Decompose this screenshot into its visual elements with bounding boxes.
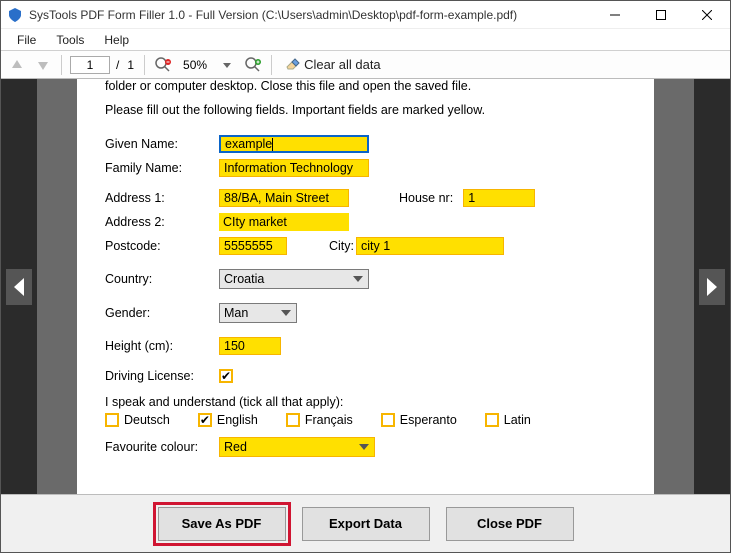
arrow-up-icon[interactable] bbox=[7, 55, 27, 75]
arrow-down-icon[interactable] bbox=[33, 55, 53, 75]
label-address-1: Address 1: bbox=[105, 191, 209, 205]
address-1-field[interactable]: 88/BA, Main Street bbox=[219, 189, 349, 207]
separator bbox=[271, 55, 272, 75]
page-separator: / bbox=[116, 58, 119, 72]
chevron-down-icon bbox=[280, 307, 292, 319]
label-given-name: Given Name: bbox=[105, 137, 209, 151]
menu-tools[interactable]: Tools bbox=[48, 31, 92, 49]
left-sidebar bbox=[1, 79, 37, 494]
label-country: Country: bbox=[105, 272, 209, 286]
label-favourite-colour: Favourite colour: bbox=[105, 440, 209, 454]
content-area: folder or computer desktop. Close this f… bbox=[1, 79, 730, 494]
app-icon bbox=[7, 7, 23, 23]
checkbox-icon bbox=[286, 413, 300, 427]
menubar: File Tools Help bbox=[1, 29, 730, 51]
scroll-left-button[interactable] bbox=[6, 269, 32, 305]
postcode-field[interactable]: 5555555 bbox=[219, 237, 287, 255]
page-total: 1 bbox=[125, 58, 136, 72]
city-field[interactable]: city 1 bbox=[356, 237, 504, 255]
window-title: SysTools PDF Form Filler 1.0 - Full Vers… bbox=[29, 8, 592, 22]
window-controls bbox=[592, 1, 730, 28]
zoom-level[interactable]: 50% bbox=[179, 58, 211, 72]
family-name-field[interactable]: Information Technology bbox=[219, 159, 369, 177]
checkbox-icon bbox=[198, 413, 212, 427]
lang-francais[interactable]: Français bbox=[286, 413, 353, 427]
driving-license-checkbox[interactable] bbox=[219, 369, 233, 383]
lang-english[interactable]: English bbox=[198, 413, 258, 427]
lang-esperanto[interactable]: Esperanto bbox=[381, 413, 457, 427]
separator bbox=[144, 55, 145, 75]
text-caret bbox=[272, 138, 273, 151]
address-2-field[interactable]: CIty market bbox=[219, 213, 349, 231]
label-city: City: bbox=[329, 239, 354, 253]
bottombar: Save As PDF Export Data Close PDF bbox=[1, 494, 730, 552]
house-nr-field[interactable]: 1 bbox=[463, 189, 535, 207]
titlebar: SysTools PDF Form Filler 1.0 - Full Vers… bbox=[1, 1, 730, 29]
close-pdf-button[interactable]: Close PDF bbox=[446, 507, 574, 541]
clear-all-data-label: Clear all data bbox=[304, 57, 381, 72]
label-family-name: Family Name: bbox=[105, 161, 209, 175]
export-data-button[interactable]: Export Data bbox=[302, 507, 430, 541]
chevron-down-icon bbox=[358, 441, 370, 453]
gender-select[interactable]: Man bbox=[219, 303, 297, 323]
label-driving-license: Driving License: bbox=[105, 369, 209, 383]
label-languages: I speak and understand (tick all that ap… bbox=[105, 395, 626, 409]
clear-all-data-button[interactable]: Clear all data bbox=[280, 55, 385, 74]
label-house-nr: House nr: bbox=[399, 191, 453, 205]
languages-row: Deutsch English Français Esperanto Latin bbox=[105, 413, 626, 427]
height-field[interactable]: 150 bbox=[219, 337, 281, 355]
zoom-dropdown-icon[interactable] bbox=[217, 55, 237, 75]
label-height: Height (cm): bbox=[105, 339, 209, 353]
help-text-2: Please fill out the following fields. Im… bbox=[105, 103, 626, 117]
checkbox-icon bbox=[105, 413, 119, 427]
close-button[interactable] bbox=[684, 1, 730, 28]
save-as-pdf-button[interactable]: Save As PDF bbox=[158, 507, 286, 541]
right-sidebar bbox=[694, 79, 730, 494]
lang-deutsch[interactable]: Deutsch bbox=[105, 413, 170, 427]
lang-latin[interactable]: Latin bbox=[485, 413, 531, 427]
label-postcode: Postcode: bbox=[105, 239, 209, 253]
chevron-down-icon bbox=[352, 273, 364, 285]
toolbar: / 1 50% Clear all data bbox=[1, 51, 730, 79]
maximize-button[interactable] bbox=[638, 1, 684, 28]
menu-file[interactable]: File bbox=[9, 31, 44, 49]
checkbox-icon bbox=[485, 413, 499, 427]
favourite-colour-select[interactable]: Red bbox=[219, 437, 375, 457]
eraser-icon bbox=[284, 55, 300, 74]
zoom-out-icon[interactable] bbox=[153, 55, 173, 75]
menu-help[interactable]: Help bbox=[96, 31, 137, 49]
minimize-button[interactable] bbox=[592, 1, 638, 28]
given-name-field[interactable]: example bbox=[219, 135, 369, 153]
page-number-input[interactable] bbox=[70, 56, 110, 74]
country-select[interactable]: Croatia bbox=[219, 269, 369, 289]
pdf-page: folder or computer desktop. Close this f… bbox=[77, 79, 654, 494]
scroll-right-button[interactable] bbox=[699, 269, 725, 305]
label-gender: Gender: bbox=[105, 306, 209, 320]
page-viewport: folder or computer desktop. Close this f… bbox=[37, 79, 694, 494]
zoom-in-icon[interactable] bbox=[243, 55, 263, 75]
separator bbox=[61, 55, 62, 75]
label-address-2: Address 2: bbox=[105, 215, 209, 229]
app-window: SysTools PDF Form Filler 1.0 - Full Vers… bbox=[0, 0, 731, 553]
help-text-1: folder or computer desktop. Close this f… bbox=[105, 79, 626, 93]
checkbox-icon bbox=[381, 413, 395, 427]
